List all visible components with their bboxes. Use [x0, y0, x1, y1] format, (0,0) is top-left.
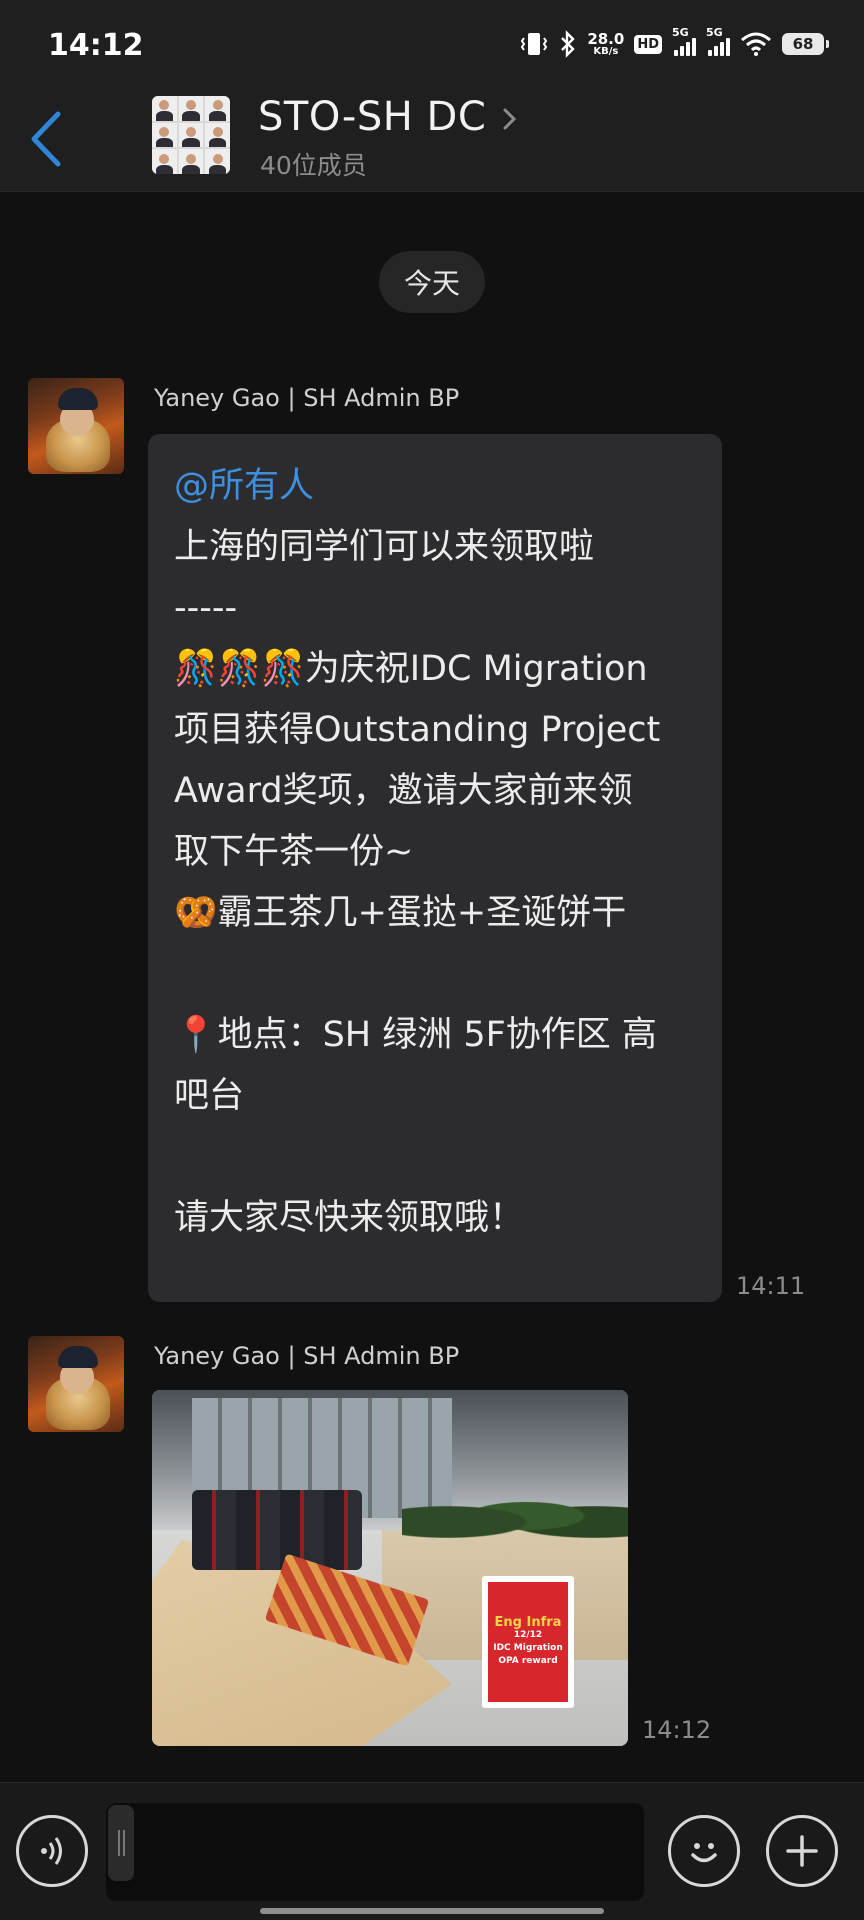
- vibrate-icon: [519, 30, 549, 58]
- input-bar: [0, 1782, 864, 1920]
- emoji-button[interactable]: [668, 1815, 740, 1887]
- sender-name: Yaney Gao | SH Admin BP: [154, 1342, 460, 1370]
- message-line: 🥨霸王茶几+蛋挞+圣诞饼干: [174, 893, 627, 933]
- message-line: -----: [174, 588, 238, 628]
- chat-header: STO-SH DC 40位成员: [0, 86, 864, 192]
- message-image[interactable]: Eng Infra 12/12 IDC Migration OPA reward: [152, 1390, 628, 1746]
- signal-icon-sim1: 5G: [672, 26, 696, 56]
- bluetooth-icon: [559, 30, 577, 58]
- member-count: 40位成员: [260, 151, 367, 180]
- message-line: 请大家尽快来领取哦！: [174, 1198, 525, 1238]
- chevron-right-icon[interactable]: [500, 104, 520, 138]
- chat-screen: 14:12 28.0 KB/s HD 5G 5G 68 STO-SH DC 40…: [0, 0, 864, 1920]
- voice-icon: [41, 1837, 62, 1865]
- message-list[interactable]: 今天 Yaney Gao | SH Admin BP @所有人 上海的同学们可以…: [0, 192, 864, 1782]
- reward-sign: Eng Infra 12/12 IDC Migration OPA reward: [482, 1576, 574, 1708]
- network-speed: 28.0 KB/s: [587, 29, 625, 57]
- signal-icon-sim2: 5G: [706, 26, 730, 56]
- status-bar: 14:12 28.0 KB/s HD 5G 5G 68: [0, 0, 864, 86]
- home-indicator[interactable]: [260, 1908, 604, 1914]
- wifi-icon: [740, 31, 772, 57]
- status-icons: 28.0 KB/s HD 5G 5G 68: [519, 26, 829, 62]
- message-line: [174, 944, 698, 1005]
- hd-badge: HD: [634, 34, 662, 54]
- message-line: 吧台: [174, 1076, 245, 1116]
- battery-indicator: 68: [782, 33, 829, 55]
- sender-name: Yaney Gao | SH Admin BP: [154, 384, 460, 412]
- message-line: 取下午茶一份~: [174, 832, 414, 872]
- message-line: 上海的同学们可以来领取啦: [174, 527, 595, 567]
- message-line: Award奖项，邀请大家前来领: [174, 771, 633, 811]
- plus-icon: [786, 1835, 818, 1867]
- sender-avatar[interactable]: [28, 1336, 124, 1432]
- message-line: 项目获得Outstanding Project: [174, 710, 661, 750]
- chevron-left-icon: [31, 111, 61, 167]
- group-title[interactable]: STO-SH DC: [258, 94, 486, 140]
- plus-button[interactable]: [766, 1815, 838, 1887]
- voice-button[interactable]: [16, 1815, 88, 1887]
- message-time: 14:12: [642, 1716, 712, 1744]
- message-line: 📍地点：SH 绿洲 5F协作区 高: [174, 1015, 657, 1055]
- sender-avatar[interactable]: [28, 378, 124, 474]
- drag-handle[interactable]: [108, 1805, 134, 1881]
- message-input[interactable]: [106, 1803, 644, 1901]
- mention-all[interactable]: @所有人: [174, 456, 698, 517]
- status-time: 14:12: [48, 28, 144, 63]
- date-divider: 今天: [379, 251, 485, 313]
- message-bubble[interactable]: @所有人 上海的同学们可以来领取啦 ----- 🎊🎊🎊为庆祝IDC Migrat…: [148, 434, 722, 1302]
- message-line: [174, 1127, 698, 1188]
- emoji-icon: [691, 1843, 717, 1863]
- back-button[interactable]: [22, 104, 72, 174]
- message-line: 🎊🎊🎊为庆祝IDC Migration: [174, 649, 648, 689]
- group-avatar[interactable]: [152, 96, 230, 174]
- message-time: 14:11: [736, 1272, 806, 1300]
